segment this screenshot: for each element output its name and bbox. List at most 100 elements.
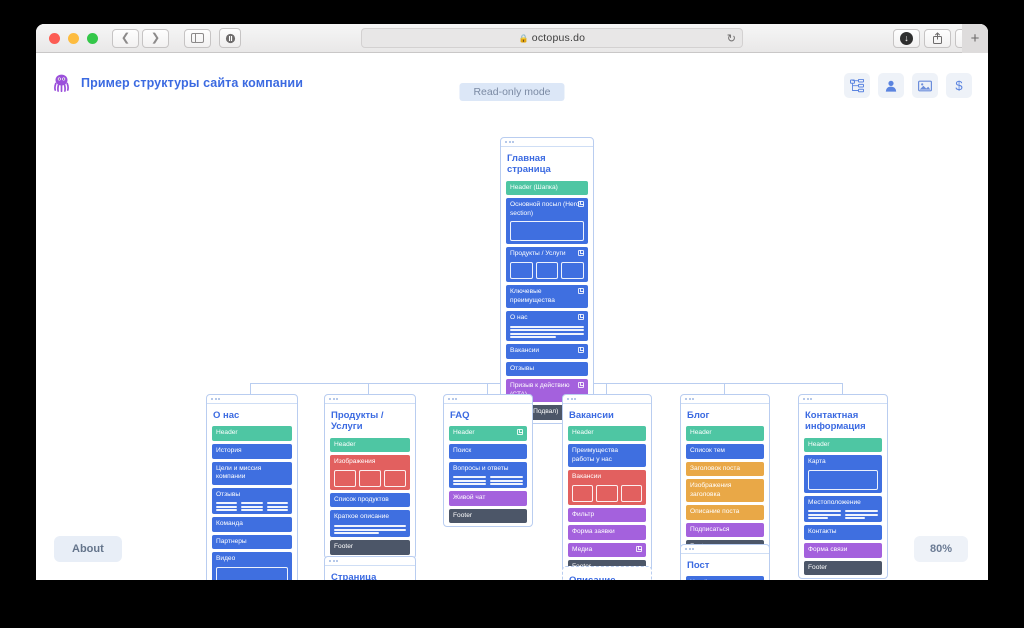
block[interactable]: Живой чат	[449, 491, 527, 506]
card-handle[interactable]	[681, 395, 769, 404]
block[interactable]: Header	[804, 437, 882, 453]
block-lines	[510, 325, 584, 339]
minimize-window-button[interactable]	[68, 32, 79, 44]
block[interactable]: Основной посыл (Hero section)	[506, 198, 588, 245]
card-products[interactable]: Продукты / Услуги Header Изображения Спи…	[324, 394, 416, 559]
block-label: Изображения	[334, 458, 376, 466]
block[interactable]: История	[212, 443, 292, 459]
line	[490, 483, 523, 486]
block[interactable]: Отзывы	[506, 361, 588, 377]
block[interactable]: Header	[449, 426, 527, 441]
card-title: Продукты / Услуги	[331, 410, 384, 433]
block[interactable]: Описание поста	[686, 505, 764, 520]
card-handle[interactable]	[563, 395, 651, 404]
card-job-description[interactable]: Описание вакансии Текстовая информация	[562, 566, 652, 580]
block[interactable]: Вопросы и ответы	[449, 461, 527, 489]
download-icon: ↓	[900, 31, 913, 45]
block[interactable]: Вакансии	[568, 470, 646, 505]
block[interactable]: Форма заявки	[568, 525, 646, 540]
line-group	[453, 476, 486, 486]
block[interactable]: Footer	[804, 560, 882, 576]
block-label: Вакансии	[572, 473, 602, 481]
block[interactable]: Изображения	[330, 455, 410, 490]
about-button[interactable]: About	[54, 536, 122, 562]
block[interactable]: Heading	[686, 576, 764, 580]
block[interactable]: Изображения заголовка	[686, 479, 764, 503]
card-jobs[interactable]: Вакансии Header Преимущества работы у на…	[562, 394, 652, 579]
block[interactable]: Header	[686, 426, 764, 441]
block[interactable]: Отзывы	[212, 487, 292, 515]
block[interactable]: Карта	[804, 455, 882, 493]
forward-button[interactable]: ❯	[142, 28, 169, 48]
block[interactable]: Список продуктов	[330, 492, 410, 508]
card-handle[interactable]	[325, 557, 415, 566]
card-handle[interactable]	[325, 395, 415, 404]
block-label: Отзывы	[216, 490, 241, 498]
block-label: Медиа	[572, 545, 593, 553]
back-button[interactable]: ❮	[112, 28, 139, 48]
browser-toolbar: ❮ ❯ 🔒 octopus.do ↻ ↓ +	[36, 24, 988, 53]
connector	[724, 383, 725, 394]
card-handle[interactable]	[799, 395, 887, 404]
block[interactable]: Продукты / Услуги	[506, 247, 588, 283]
block[interactable]: Header (Шапка)	[506, 180, 588, 196]
block[interactable]: О нас	[506, 311, 588, 342]
privacy-report-button[interactable]	[219, 28, 241, 48]
maximize-window-button[interactable]	[87, 32, 98, 44]
address-bar-area: 🔒 octopus.do ↻	[211, 28, 893, 48]
card-blog[interactable]: Блог Header Список тем Заголовок поста И…	[680, 394, 770, 559]
block[interactable]: Вакансии	[506, 344, 588, 359]
zoom-level-indicator[interactable]: 80%	[913, 536, 968, 562]
line-group	[808, 510, 841, 520]
line	[510, 325, 584, 328]
card-handle[interactable]	[681, 545, 769, 554]
window-controls	[49, 32, 98, 44]
line	[266, 502, 288, 505]
block[interactable]: Ключевые преимущества	[506, 285, 588, 309]
line	[266, 509, 288, 512]
card-home[interactable]: Главная страница Header (Шапка) Основной…	[500, 137, 594, 425]
block[interactable]: Подписаться	[686, 522, 764, 538]
download-button[interactable]: ↓	[893, 28, 920, 48]
block[interactable]: Фильтр	[568, 507, 646, 523]
block[interactable]: Контакты	[804, 525, 882, 541]
block[interactable]: Footer	[330, 540, 410, 555]
block-thumbnails	[510, 262, 585, 280]
block[interactable]: Список тем	[686, 443, 764, 459]
block[interactable]: Заголовок поста	[686, 461, 764, 477]
address-bar[interactable]: 🔒 octopus.do ↻	[361, 28, 743, 48]
card-contacts[interactable]: Контактная информация Header Карта Место…	[798, 394, 888, 580]
block[interactable]: Команда	[212, 517, 292, 532]
block[interactable]: Header	[212, 426, 292, 441]
line	[510, 336, 556, 339]
block[interactable]: Видео	[212, 552, 292, 580]
card-handle[interactable]	[444, 395, 532, 404]
block[interactable]: Header	[568, 426, 646, 441]
close-window-button[interactable]	[49, 32, 60, 44]
block[interactable]: Местоположение	[804, 495, 882, 523]
block[interactable]: Партнеры	[212, 534, 292, 550]
lock-icon: 🔒	[518, 33, 529, 43]
block[interactable]: Footer	[449, 508, 527, 524]
card-about[interactable]: О нас Header История Цели и миссия компа…	[206, 394, 298, 580]
reload-icon[interactable]: ↻	[727, 32, 736, 45]
block[interactable]: Цели и миссия компании	[212, 461, 292, 485]
card-faq[interactable]: FAQ Header Поиск Вопросы и ответы Живой …	[443, 394, 533, 528]
block[interactable]: Header	[330, 437, 410, 453]
new-tab-button[interactable]: +	[962, 24, 988, 53]
line	[453, 476, 486, 479]
block[interactable]: Поиск	[449, 443, 527, 459]
block[interactable]: Форма связи	[804, 543, 882, 558]
sidebar-toggle-button[interactable]	[184, 28, 211, 48]
block-label: Header	[453, 429, 475, 437]
card-handle[interactable]	[501, 138, 593, 147]
line	[845, 510, 878, 513]
share-button[interactable]	[924, 28, 951, 48]
block[interactable]: Краткое описание	[330, 510, 410, 538]
line	[490, 479, 523, 482]
card-post[interactable]: Пост Heading Фото Видео Комментировать С…	[680, 544, 770, 580]
card-handle[interactable]	[207, 395, 297, 404]
card-product-page[interactable]: Страница продукта Header Описание Особен…	[324, 556, 416, 580]
block[interactable]: Медиа	[568, 542, 646, 558]
block[interactable]: Преимущества работы у нас	[568, 443, 646, 468]
